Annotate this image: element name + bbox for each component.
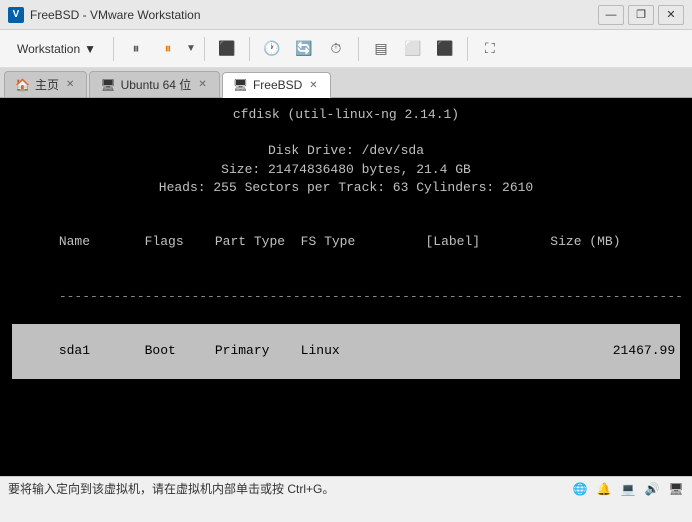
status-bar-icons: 🌐 🔔 💻 🔊 🖥 bbox=[572, 481, 684, 497]
partition-data: sda1 Boot Primary Linux 21467.99 bbox=[43, 343, 675, 358]
view3-icon: ⬛ bbox=[436, 40, 453, 57]
toolbar-dropdown-icon: ▼ bbox=[186, 43, 196, 54]
monitor-icon: 🖥 bbox=[668, 481, 684, 497]
capture-button[interactable]: ⬛ bbox=[213, 35, 241, 63]
cfdisk-header: cfdisk (util-linux-ng 2.14.1) bbox=[12, 106, 680, 124]
notification-icon: 🔔 bbox=[596, 481, 612, 497]
close-button[interactable]: ✕ bbox=[658, 5, 684, 25]
separator-line: ----------------------------------------… bbox=[12, 270, 680, 325]
disk-params-line: Heads: 255 Sectors per Track: 63 Cylinde… bbox=[12, 179, 680, 197]
network-status-icon: 🌐 bbox=[572, 481, 588, 497]
disk-size-text: Size: 21474836480 bytes, 21.4 GB bbox=[221, 162, 471, 177]
tab-freebsd[interactable]: 🖥 FreeBSD ✕ bbox=[222, 72, 331, 98]
view3-button[interactable]: ⬛ bbox=[431, 35, 459, 63]
tab-home[interactable]: 🏠 主页 ✕ bbox=[4, 71, 87, 97]
history1-icon: 🕐 bbox=[263, 40, 280, 57]
columns-text: Name Flags Part Type FS Type [Label] Siz… bbox=[43, 234, 620, 249]
app-icon: V bbox=[8, 7, 24, 23]
history3-icon: ⏱ bbox=[330, 40, 341, 57]
tab-ubuntu[interactable]: 🖥 Ubuntu 64 位 ✕ bbox=[89, 71, 219, 97]
pause2-icon: ⏸ bbox=[165, 40, 172, 57]
pause-button[interactable]: ⏸ bbox=[122, 35, 150, 63]
disk-params-text: Heads: 255 Sectors per Track: 63 Cylinde… bbox=[159, 180, 533, 195]
workstation-label: Workstation bbox=[17, 42, 80, 56]
freebsd-tab-icon: 🖥 bbox=[233, 78, 248, 92]
device-icon: 💻 bbox=[620, 481, 636, 497]
restore-button[interactable]: ❐ bbox=[628, 5, 654, 25]
disk-drive-line: Disk Drive: /dev/sda bbox=[12, 142, 680, 160]
partition-row: sda1 Boot Primary Linux 21467.99 bbox=[12, 324, 680, 379]
cfdisk-title: cfdisk (util-linux-ng 2.14.1) bbox=[233, 107, 459, 122]
fullscreen-button[interactable]: ⛶ bbox=[476, 35, 504, 63]
pause2-button[interactable]: ⏸ bbox=[154, 35, 182, 63]
status-message: 要将输入定向到该虚拟机，请在虚拟机内部单击或按 Ctrl+G。 bbox=[8, 480, 334, 497]
view2-button[interactable]: ⬜ bbox=[399, 35, 427, 63]
tabs-bar: 🏠 主页 ✕ 🖥 Ubuntu 64 位 ✕ 🖥 FreeBSD ✕ bbox=[0, 68, 692, 98]
tab-home-label: 主页 bbox=[35, 76, 59, 93]
tab-freebsd-label: FreeBSD bbox=[253, 78, 302, 92]
history2-icon: 🔄 bbox=[295, 40, 312, 57]
history3-button[interactable]: ⏱ bbox=[322, 35, 350, 63]
toolbar-divider-3 bbox=[249, 37, 250, 61]
toolbar-divider-4 bbox=[358, 37, 359, 61]
status-bar: 要将输入定向到该虚拟机，请在虚拟机内部单击或按 Ctrl+G。 🌐 🔔 💻 🔊 … bbox=[0, 476, 692, 500]
tab-ubuntu-close[interactable]: ✕ bbox=[196, 79, 208, 90]
columns-header: Name Flags Part Type FS Type [Label] Siz… bbox=[12, 215, 680, 270]
title-bar-controls: — ❐ ✕ bbox=[598, 5, 684, 25]
view1-icon: ▤ bbox=[374, 40, 387, 57]
sound-icon: 🔊 bbox=[644, 481, 660, 497]
tab-freebsd-close[interactable]: ✕ bbox=[307, 80, 319, 91]
view2-icon: ⬜ bbox=[404, 40, 421, 57]
toolbar: Workstation ▼ ⏸ ⏸ ▼ ⬛ 🕐 🔄 ⏱ ▤ ⬜ ⬛ ⛶ bbox=[0, 30, 692, 68]
dropdown-arrow-icon: ▼ bbox=[84, 42, 96, 56]
title-bar: V FreeBSD - VMware Workstation — ❐ ✕ bbox=[0, 0, 692, 30]
toolbar-divider-2 bbox=[204, 37, 205, 61]
tab-home-close[interactable]: ✕ bbox=[64, 79, 76, 90]
separator-text: ----------------------------------------… bbox=[43, 289, 683, 304]
window-title: FreeBSD - VMware Workstation bbox=[30, 8, 201, 22]
disk-drive-text: Disk Drive: /dev/sda bbox=[268, 143, 424, 158]
ubuntu-tab-icon: 🖥 bbox=[100, 78, 115, 92]
tab-ubuntu-label: Ubuntu 64 位 bbox=[121, 76, 192, 93]
pause-icon: ⏸ bbox=[133, 40, 140, 57]
history1-button[interactable]: 🕐 bbox=[258, 35, 286, 63]
toolbar-divider-5 bbox=[467, 37, 468, 61]
fullscreen-icon: ⛶ bbox=[485, 40, 495, 57]
toolbar-divider-1 bbox=[113, 37, 114, 61]
home-tab-icon: 🏠 bbox=[15, 78, 30, 92]
workstation-menu-button[interactable]: Workstation ▼ bbox=[8, 35, 105, 63]
history2-button[interactable]: 🔄 bbox=[290, 35, 318, 63]
title-bar-left: V FreeBSD - VMware Workstation bbox=[8, 7, 201, 23]
capture-icon: ⬛ bbox=[218, 40, 235, 57]
view1-button[interactable]: ▤ bbox=[367, 35, 395, 63]
disk-size-line: Size: 21474836480 bytes, 21.4 GB bbox=[12, 161, 680, 179]
minimize-button[interactable]: — bbox=[598, 5, 624, 25]
vm-screen[interactable]: cfdisk (util-linux-ng 2.14.1) Disk Drive… bbox=[0, 98, 692, 476]
